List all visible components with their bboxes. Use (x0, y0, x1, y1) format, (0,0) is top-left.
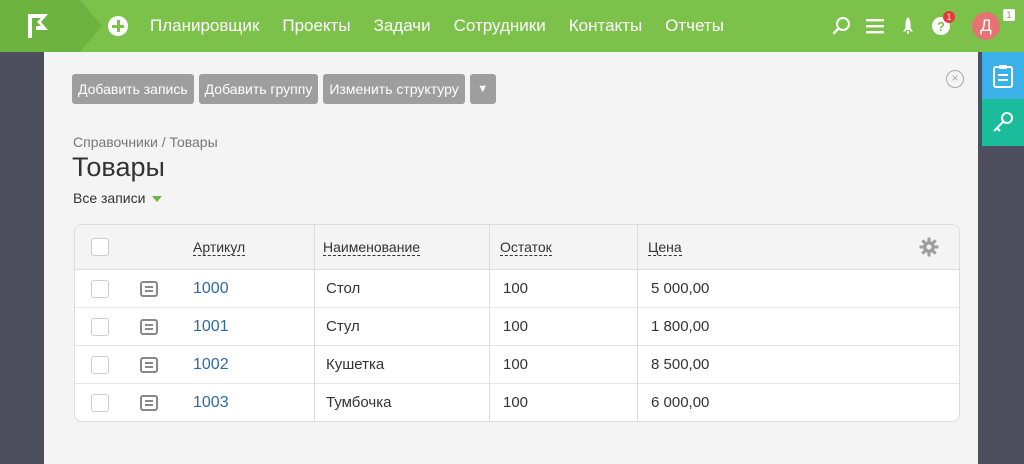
table-header: Артикул Наименование Остаток Цена (75, 225, 959, 270)
products-table: Артикул Наименование Остаток Цена 1000 С… (74, 224, 960, 422)
document-icon[interactable] (140, 318, 158, 335)
document-icon[interactable] (140, 394, 158, 411)
chevron-down-icon (152, 196, 163, 203)
table-row[interactable]: 1003 Тумбочка 100 6 000,00 (75, 384, 959, 421)
price-value: 8 500,00 (651, 356, 710, 373)
column-header-name[interactable]: Наименование (323, 239, 421, 256)
product-name: Стул (326, 318, 360, 335)
rocket-icon[interactable] (898, 16, 918, 36)
add-record-button[interactable]: Добавить запись (72, 74, 194, 104)
column-header-stock[interactable]: Остаток (500, 239, 552, 256)
right-side-strip (982, 52, 1024, 464)
stock-value: 100 (503, 280, 529, 297)
row-checkbox[interactable] (91, 317, 109, 336)
flag-logo-icon (28, 14, 48, 38)
records-filter-dropdown[interactable]: Все записи (73, 190, 163, 206)
document-icon[interactable] (140, 356, 158, 373)
close-icon[interactable]: × (946, 70, 964, 88)
key-icon (993, 112, 1013, 132)
help-badge: 1 (943, 11, 955, 23)
column-header-price[interactable]: Цена (648, 239, 682, 256)
article-link[interactable]: 1000 (193, 280, 229, 298)
product-name: Тумбочка (326, 394, 392, 411)
stock-value: 100 (503, 318, 529, 335)
nav-reports[interactable]: Отчеты (665, 16, 724, 36)
nav-employees[interactable]: Сотрудники (454, 16, 546, 36)
menu-icon[interactable] (865, 16, 885, 36)
article-link[interactable]: 1002 (193, 356, 229, 374)
table-row[interactable]: 1000 Стол 100 5 000,00 (75, 270, 959, 308)
nav-contacts[interactable]: Контакты (569, 16, 642, 36)
price-value: 6 000,00 (651, 394, 710, 411)
main-nav: Планировщик Проекты Задачи Сотрудники Ко… (150, 0, 747, 52)
top-bar: Планировщик Проекты Задачи Сотрудники Ко… (0, 0, 1024, 52)
nav-planner[interactable]: Планировщик (150, 16, 259, 36)
nav-projects[interactable]: Проекты (282, 16, 350, 36)
table-row[interactable]: 1002 Кушетка 100 8 500,00 (75, 346, 959, 384)
row-checkbox[interactable] (91, 393, 109, 412)
search-icon[interactable] (832, 16, 852, 36)
table-row[interactable]: 1001 Стул 100 1 800,00 (75, 308, 959, 346)
select-all-checkbox[interactable] (91, 238, 109, 256)
logo-arrow (80, 0, 102, 52)
side-tasks-button[interactable] (982, 52, 1024, 99)
article-link[interactable]: 1003 (193, 394, 229, 412)
help-button[interactable]: ? 1 (931, 11, 955, 36)
stock-value: 100 (503, 356, 529, 373)
price-value: 1 800,00 (651, 318, 710, 335)
price-value: 5 000,00 (651, 280, 710, 297)
clipboard-icon (993, 65, 1013, 88)
nav-tasks[interactable]: Задачи (374, 16, 431, 36)
side-access-button[interactable] (982, 99, 1024, 146)
column-header-article[interactable]: Артикул (193, 239, 246, 256)
main-panel: × Добавить запись Добавить группу Измени… (44, 52, 978, 464)
gear-icon[interactable] (919, 237, 939, 257)
article-link[interactable]: 1001 (193, 318, 229, 336)
row-checkbox[interactable] (91, 279, 109, 298)
avatar[interactable]: Д (972, 12, 1000, 40)
document-icon[interactable] (140, 280, 158, 297)
product-name: Стол (326, 280, 361, 297)
product-name: Кушетка (326, 356, 385, 373)
add-group-button[interactable]: Добавить группу (198, 74, 319, 104)
logo[interactable] (0, 0, 80, 52)
plus-circle-icon[interactable] (108, 16, 128, 36)
toolbar: Добавить запись Добавить группу Изменить… (72, 74, 501, 104)
avatar-badge: 1 (1003, 9, 1015, 21)
column-divider (489, 225, 490, 421)
page-title: Товары (72, 152, 165, 182)
filter-label: Все записи (73, 190, 146, 206)
column-divider (637, 225, 638, 421)
row-checkbox[interactable] (91, 355, 109, 374)
stock-value: 100 (503, 394, 529, 411)
edit-structure-button[interactable]: Изменить структуру (323, 74, 465, 104)
breadcrumb[interactable]: Справочники / Товары (73, 134, 218, 150)
column-divider (314, 225, 315, 421)
more-dropdown-button[interactable]: ▼ (469, 74, 496, 104)
